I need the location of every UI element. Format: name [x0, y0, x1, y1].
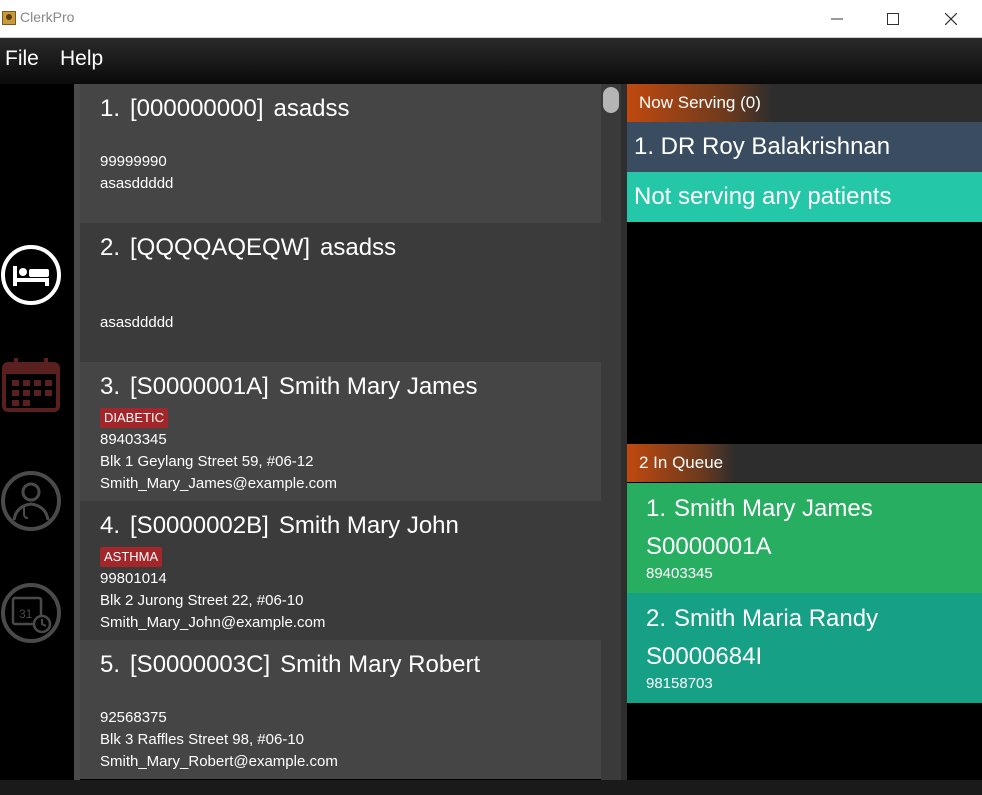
patient-name: Smith Mary John [278, 512, 459, 539]
status-strip [0, 780, 982, 795]
svg-text:31: 31 [19, 607, 33, 621]
patient-address: Blk 3 Raffles Street 98, #06-10 [100, 731, 305, 748]
patient-id: [QQQQAQEQW] [130, 234, 311, 261]
queue-item-patient-name: Smith Mary James [674, 495, 873, 522]
patient-index: 2. [100, 234, 121, 261]
patient-name: Smith Mary James [278, 373, 478, 400]
queue-item-phone: 89403345 [646, 565, 713, 582]
minimize-button[interactable] [808, 0, 866, 38]
patient-index: 1. [100, 95, 121, 122]
window-title: ClerkPro [20, 9, 75, 25]
menu-bar: File Help [0, 38, 982, 84]
queue-header: 2 In Queue [627, 444, 982, 482]
patient-card[interactable]: 5. [S0000003C] Smith Mary Robert 92568375 … [80, 640, 601, 779]
menu-help[interactable]: Help [60, 47, 103, 71]
patient-bed-icon[interactable] [0, 244, 62, 306]
patient-card[interactable]: 1. [000000000] asadss 99999990 asasddddd [80, 84, 601, 223]
patient-email: Smith_Mary_James@example.com [100, 475, 337, 492]
patient-tags [100, 129, 601, 151]
patient-name: Smith Mary Robert [280, 651, 481, 678]
queue-item-id: S0000684I [646, 643, 763, 670]
now-serving-label: Now Serving (0) [627, 84, 773, 122]
patient-address: Blk 2 Jurong Street 22, #06-10 [100, 592, 304, 609]
list-scrollbar-thumb[interactable] [603, 87, 619, 113]
menu-file[interactable]: File [5, 47, 39, 71]
patient-card[interactable]: 2. [QQQQAQEQW] asadss asasddddd [80, 223, 601, 362]
calendar-icon[interactable] [0, 354, 62, 416]
patient-card-title: 4. [S0000002B] Smith Mary John [100, 511, 601, 541]
queue-count-label: 2 In Queue [627, 444, 736, 482]
queue-item[interactable]: 2. Smith Maria Randy S0000684I 98158703 [627, 593, 982, 703]
patient-phone: 89403345 [100, 431, 167, 448]
patient-tags: DIABETIC [100, 407, 601, 429]
patient-id: [S0000002B] [130, 512, 269, 539]
patient-tags: ASTHMA [100, 546, 601, 568]
queue-item-name: 2. Smith Maria Randy [646, 601, 982, 637]
queue-item-index: 2. [646, 605, 667, 632]
patient-phone: 99999990 [100, 153, 167, 170]
queue-item-name: 1. Smith Mary James [646, 491, 982, 527]
doctor-name[interactable]: 1. DR Roy Balakrishnan [627, 122, 982, 172]
window-titlebar: ClerkPro [0, 0, 982, 38]
app-logo-icon [2, 11, 16, 25]
queue-item-index: 1. [646, 495, 667, 522]
patient-id: [S0000003C] [130, 651, 271, 678]
patient-id: [S0000001A] [130, 373, 269, 400]
queue-item-id: S0000001A [646, 533, 772, 560]
close-icon [945, 13, 957, 25]
condition-tag: DIABETIC [100, 408, 168, 428]
queue-item[interactable]: 1. Smith Mary James S0000001A 89403345 [627, 483, 982, 593]
patient-address: Blk 1 Geylang Street 59, #06-12 [100, 453, 314, 470]
sidebar: 31 [0, 84, 72, 795]
schedule-clock-icon[interactable]: 31 [0, 582, 62, 644]
patient-name: asadss [320, 234, 397, 261]
doctor-icon[interactable] [0, 470, 62, 532]
minimize-icon [831, 18, 843, 20]
patient-card-title: 5. [S0000003C] Smith Mary Robert [100, 650, 601, 680]
patient-phone [100, 290, 601, 312]
queue-panel: Now Serving (0) 1. DR Roy Balakrishnan N… [627, 84, 982, 795]
patient-email: Smith_Mary_Robert@example.com [100, 753, 338, 770]
serving-status: Not serving any patients [627, 172, 982, 222]
list-scrollbar[interactable] [601, 84, 621, 780]
patient-tags [100, 268, 601, 290]
patient-phone: 92568375 [100, 709, 167, 726]
patient-index: 4. [100, 512, 121, 539]
patient-index: 3. [100, 373, 121, 400]
patient-card-title: 3. [S0000001A] Smith Mary James [100, 372, 601, 402]
patient-email: Smith_Mary_John@example.com [100, 614, 326, 631]
patient-address: asasddddd [100, 314, 174, 331]
patient-index: 5. [100, 651, 121, 678]
patient-name: asadss [273, 95, 350, 122]
queue-item-patient-name: Smith Maria Randy [674, 605, 879, 632]
patient-card-title: 1. [000000000] asadss [100, 94, 601, 124]
patient-id: [000000000] [130, 95, 264, 122]
now-serving-header: Now Serving (0) [627, 84, 982, 122]
condition-tag: ASTHMA [100, 547, 163, 567]
patient-address: asasddddd [100, 175, 174, 192]
close-button[interactable] [922, 0, 980, 38]
patient-card-title: 2. [QQQQAQEQW] asadss [100, 233, 601, 263]
queue-item-phone: 98158703 [646, 675, 713, 692]
patient-phone: 99801014 [100, 570, 167, 587]
patient-list: 1. [000000000] asadss 99999990 asasddddd 2… [80, 84, 601, 780]
patient-card[interactable]: 4. [S0000002B] Smith Mary John ASTHMA 9980… [80, 501, 601, 640]
patient-card[interactable]: 3. [S0000001A] Smith Mary James DIABETIC 8… [80, 362, 601, 501]
patient-tags [100, 685, 601, 707]
maximize-icon [887, 13, 899, 25]
maximize-button[interactable] [864, 0, 922, 38]
